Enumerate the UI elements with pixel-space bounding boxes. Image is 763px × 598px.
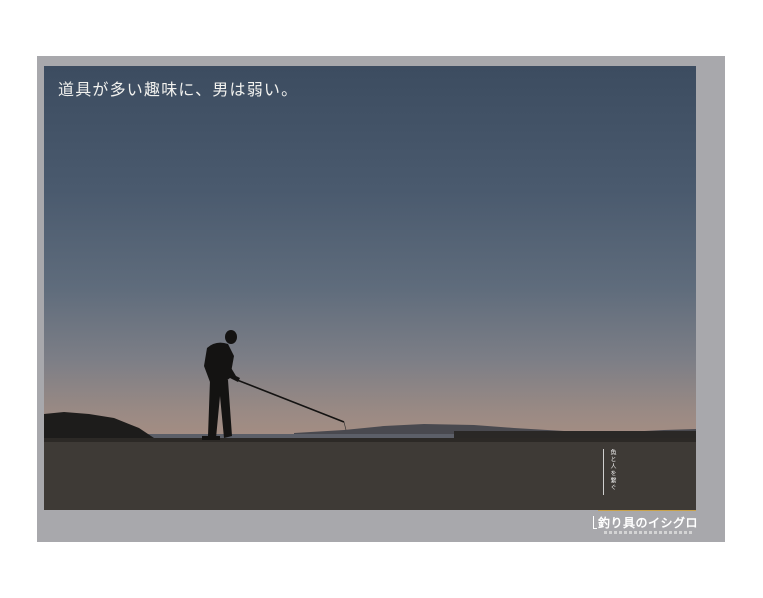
- fine-print: [604, 531, 694, 534]
- accent-rule: [598, 510, 696, 511]
- rocks-left: [44, 412, 154, 438]
- tagline-vertical: 魚と人を繋ぐ: [603, 449, 616, 495]
- poster-scene: 道具が多い趣味に、男は弱い。 魚と人を繋ぐ 釣り具のイシグロ: [0, 0, 763, 598]
- poster-photo: [44, 66, 696, 510]
- fisherman-silhouette-scene: [44, 330, 696, 510]
- hook-mark-icon: [593, 516, 597, 529]
- fishing-line: [343, 421, 347, 431]
- seawall-top-edge: [44, 438, 696, 442]
- brand-logo: 釣り具のイシグロ: [598, 516, 699, 530]
- headline-copy: 道具が多い趣味に、男は弱い。: [58, 80, 299, 99]
- fishing-rod: [231, 377, 345, 423]
- seawall: [44, 440, 696, 510]
- fisherman: [202, 330, 240, 440]
